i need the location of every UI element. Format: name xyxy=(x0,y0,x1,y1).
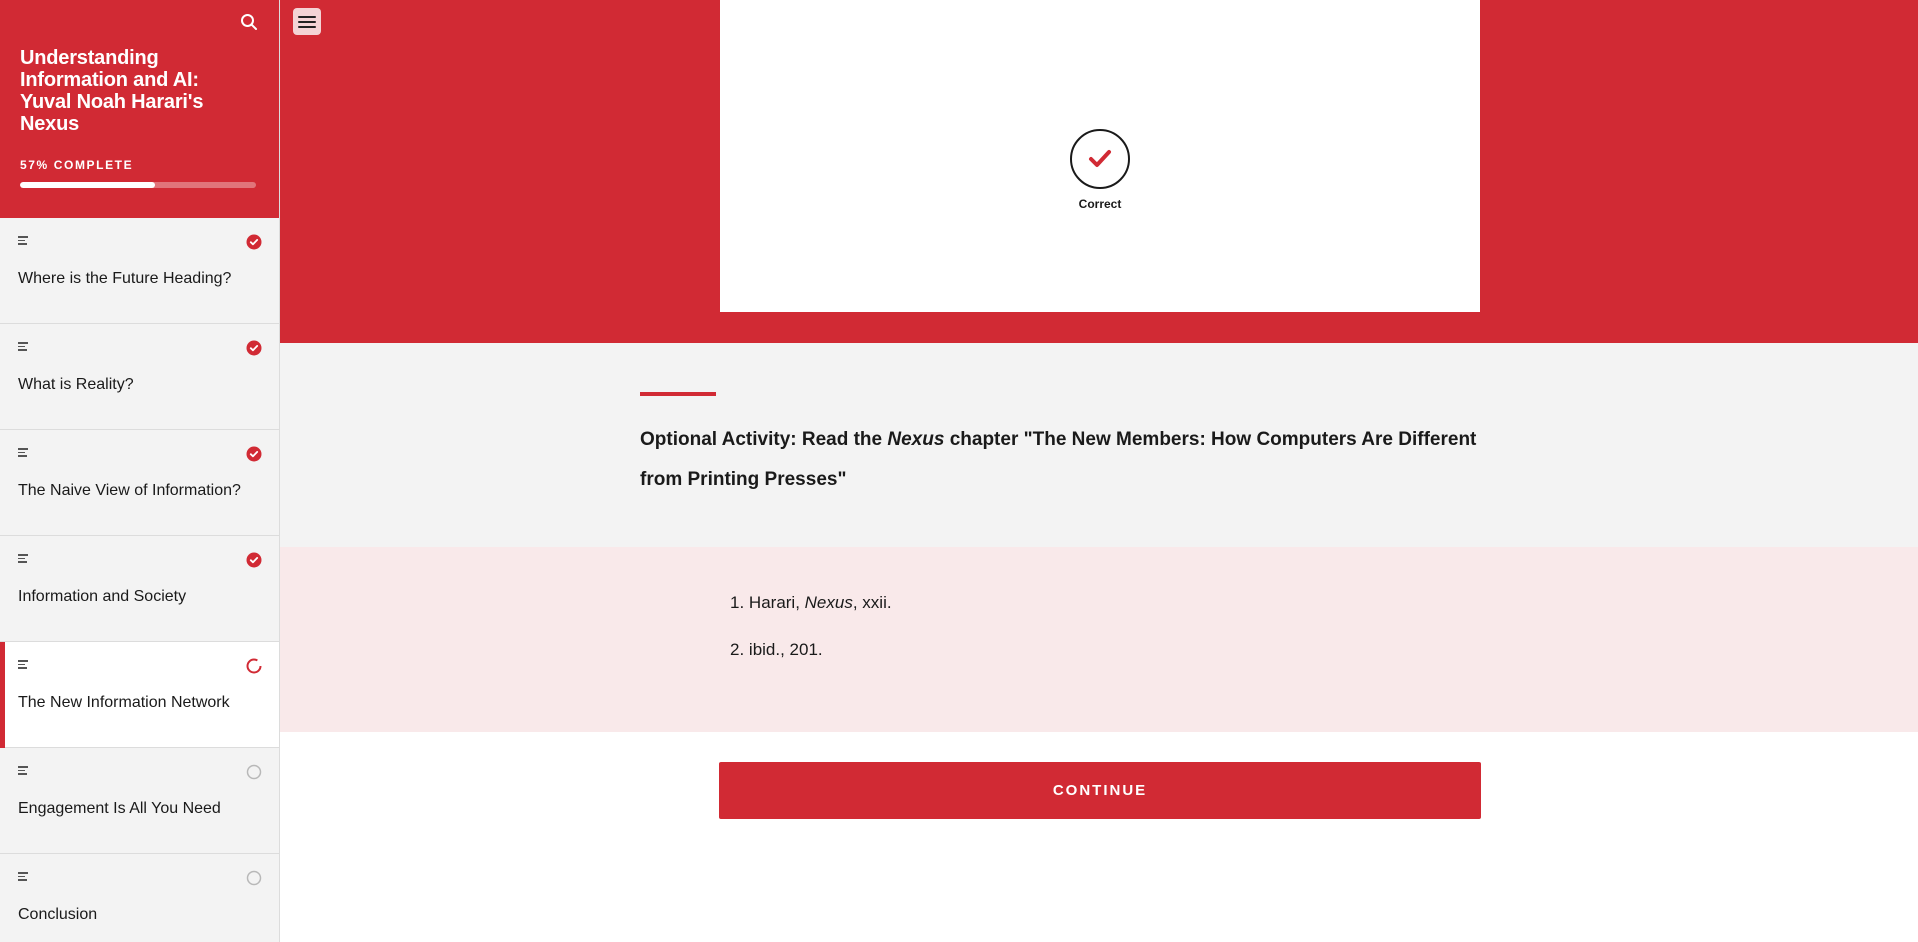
sidebar-item-what-is-reality[interactable]: What is Reality? xyxy=(0,324,279,430)
hamburger-menu-icon[interactable] xyxy=(293,8,321,35)
progress-ring-icon xyxy=(246,658,262,674)
activity-section: Optional Activity: Read the Nexus chapte… xyxy=(280,343,1918,547)
text-lines-icon xyxy=(18,342,28,351)
course-sidebar: Understanding Information and AI: Yuval … xyxy=(0,0,280,942)
footnote-text: Harari, xyxy=(748,593,805,612)
sidebar-item-information-and-society[interactable]: Information and Society xyxy=(0,536,279,642)
text-lines-icon xyxy=(18,766,28,775)
text-lines-icon xyxy=(18,872,28,881)
sidebar-item-conclusion[interactable]: Conclusion xyxy=(0,854,279,942)
progress-label: 57% COMPLETE xyxy=(20,158,134,172)
footnote-list: 1. Harari, Nexus, xxii. 2. ibid., 201. xyxy=(730,593,892,687)
quiz-section: Correct xyxy=(280,0,1918,343)
empty-circle-icon xyxy=(246,870,262,886)
sidebar-item-the-naive-view-of-information[interactable]: The Naive View of Information? xyxy=(0,430,279,536)
footnote-item: 1. Harari, Nexus, xxii. xyxy=(730,593,892,640)
quiz-feedback-card: Correct xyxy=(720,0,1480,312)
text-lines-icon xyxy=(18,554,28,563)
sidebar-item-label: Conclusion xyxy=(18,906,98,923)
text-lines-icon xyxy=(18,448,28,457)
activity-heading-book-title: Nexus xyxy=(887,429,945,450)
sidebar-item-engagement-is-all-you-need[interactable]: Engagement Is All You Need xyxy=(0,748,279,854)
progress-bar xyxy=(20,182,256,188)
course-title: Understanding Information and AI: Yuval … xyxy=(20,47,204,135)
text-lines-icon xyxy=(18,660,28,669)
sidebar-item-label: Engagement Is All You Need xyxy=(18,800,221,817)
continue-button[interactable]: CONTINUE xyxy=(719,762,1481,819)
footnote-book-title: Nexus xyxy=(804,593,853,612)
sidebar-header: Understanding Information and AI: Yuval … xyxy=(0,0,279,218)
sidebar-item-label: The Naive View of Information? xyxy=(18,482,241,499)
progress-bar-fill xyxy=(20,182,155,188)
checkmark-icon xyxy=(1070,129,1130,189)
sidebar-item-where-is-the-future-heading[interactable]: Where is the Future Heading? xyxy=(0,218,279,324)
sidebar-item-the-new-information-network[interactable]: The New Information Network xyxy=(0,642,279,748)
sidebar-item-label: What is Reality? xyxy=(18,376,134,393)
footnote-item: 2. ibid., 201. xyxy=(730,640,892,687)
text-lines-icon xyxy=(18,236,28,245)
empty-circle-icon xyxy=(246,764,262,780)
footnote-number: 2. xyxy=(730,640,745,659)
feedback-label: Correct xyxy=(1078,197,1122,211)
check-circle-icon xyxy=(246,234,262,250)
divider xyxy=(640,392,716,396)
check-circle-icon xyxy=(246,446,262,462)
footnote-number: 1. xyxy=(730,593,745,612)
sidebar-item-label: Information and Society xyxy=(18,588,187,605)
activity-heading-prefix: Optional Activity: Read the xyxy=(640,429,888,450)
footnotes-section: 1. Harari, Nexus, xxii. 2. ibid., 201. xyxy=(280,547,1918,732)
footnote-text: ibid., 201. xyxy=(748,640,823,659)
lesson-content: Correct Optional Activity: Read the Nexu… xyxy=(280,0,1918,942)
check-circle-icon xyxy=(246,552,262,568)
check-circle-icon xyxy=(246,340,262,356)
sidebar-item-label: The New Information Network xyxy=(18,694,230,711)
activity-heading: Optional Activity: Read the Nexus chapte… xyxy=(640,420,1520,500)
footnote-text-end: , xxii. xyxy=(852,593,892,612)
sidebar-item-label: Where is the Future Heading? xyxy=(18,270,232,287)
search-icon[interactable] xyxy=(237,10,261,34)
